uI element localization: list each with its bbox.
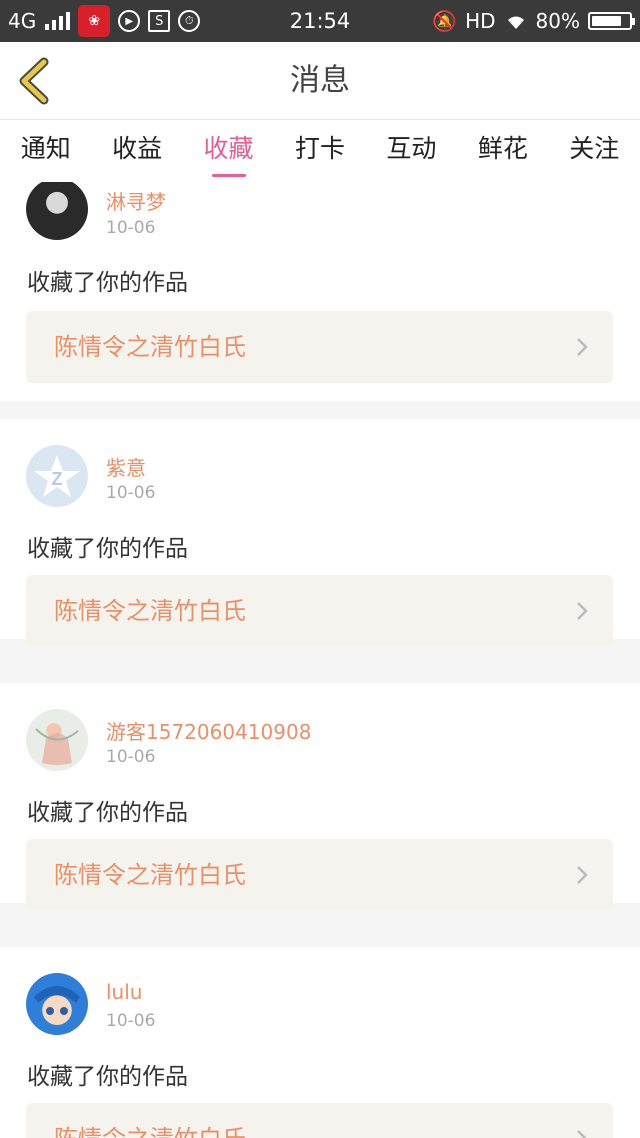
message-text: 收藏了你的作品: [27, 1064, 188, 1090]
nav-header: 消息: [0, 42, 640, 120]
message-date: 10-06: [106, 747, 156, 767]
default-z-avatar-icon[interactable]: Z: [26, 445, 88, 507]
s-app-icon: S: [148, 10, 171, 32]
message-date: 10-06: [106, 483, 156, 503]
message-text: 收藏了你的作品: [27, 800, 188, 826]
work-link[interactable]: 陈情令之清竹白氏: [26, 575, 613, 647]
work-link[interactable]: 陈情令之清竹白氏: [26, 311, 613, 383]
tab-follow[interactable]: 关注: [549, 120, 640, 182]
work-title: 陈情令之清竹白氏: [54, 597, 246, 625]
anime-avatar-icon[interactable]: [26, 973, 88, 1035]
illustration-avatar-icon[interactable]: [26, 709, 88, 771]
play-icon: ▶: [118, 10, 141, 32]
battery-icon: [588, 12, 635, 30]
username[interactable]: 紫意: [106, 452, 146, 481]
message-card: Z 紫意 10-06 收藏了你的作品 陈情令之清竹白氏: [0, 419, 640, 647]
username[interactable]: 游客1572060410908: [106, 716, 311, 745]
message-date: 10-06: [106, 1011, 156, 1031]
gift-app-icon: ❀: [78, 5, 111, 37]
chevron-right-icon: [577, 866, 588, 884]
page-title: 消息: [290, 63, 350, 98]
svg-text:Z: Z: [52, 469, 63, 489]
work-title: 陈情令之清竹白氏: [54, 1103, 246, 1138]
hd-label: HD: [465, 9, 496, 33]
message-text: 收藏了你的作品: [27, 536, 188, 562]
tab-bar: 通知 收益 收藏 打卡 互动 鲜花 关注: [0, 120, 640, 182]
dark-photo-avatar-icon[interactable]: [26, 182, 88, 240]
work-link[interactable]: 陈情令之清竹白氏: [26, 1103, 613, 1138]
tab-earnings[interactable]: 收益: [91, 120, 182, 182]
signal-icon: [45, 12, 71, 30]
message-list[interactable]: 淋寻梦 10-06 收藏了你的作品 陈情令之清竹白氏 Z 紫意 10-06 收藏…: [0, 182, 640, 1138]
battery-percent: 80%: [535, 9, 580, 33]
mute-bell-icon: 🔕: [432, 9, 458, 33]
message-date: 10-06: [106, 218, 156, 238]
message-card: lulu 10-06 收藏了你的作品 陈情令之清竹白氏: [0, 947, 640, 1138]
message-card: 淋寻梦 10-06 收藏了你的作品 陈情令之清竹白氏: [0, 182, 640, 401]
username[interactable]: lulu: [106, 980, 142, 1004]
work-link[interactable]: 陈情令之清竹白氏: [26, 839, 613, 911]
status-bar: 4G ❀ ▶ S ⏱ 21:54 🔕 HD 80%: [0, 0, 640, 42]
chevron-right-icon: [577, 602, 588, 620]
chevron-right-icon: [577, 338, 588, 356]
work-title: 陈情令之清竹白氏: [54, 861, 246, 889]
tab-checkin[interactable]: 打卡: [274, 120, 365, 182]
tab-interaction[interactable]: 互动: [366, 120, 457, 182]
work-title: 陈情令之清竹白氏: [54, 333, 246, 361]
tab-favorites[interactable]: 收藏: [183, 120, 274, 182]
message-card: 游客1572060410908 10-06 收藏了你的作品 陈情令之清竹白氏: [0, 683, 640, 911]
wifi-icon: [507, 16, 524, 29]
chevron-right-icon: [577, 1130, 587, 1138]
message-text: 收藏了你的作品: [27, 270, 188, 296]
username[interactable]: 淋寻梦: [106, 186, 166, 215]
tab-flowers[interactable]: 鲜花: [457, 120, 548, 182]
tab-notice[interactable]: 通知: [0, 120, 91, 182]
alarm-icon: ⏱: [178, 10, 201, 32]
network-label: 4G: [8, 9, 37, 33]
